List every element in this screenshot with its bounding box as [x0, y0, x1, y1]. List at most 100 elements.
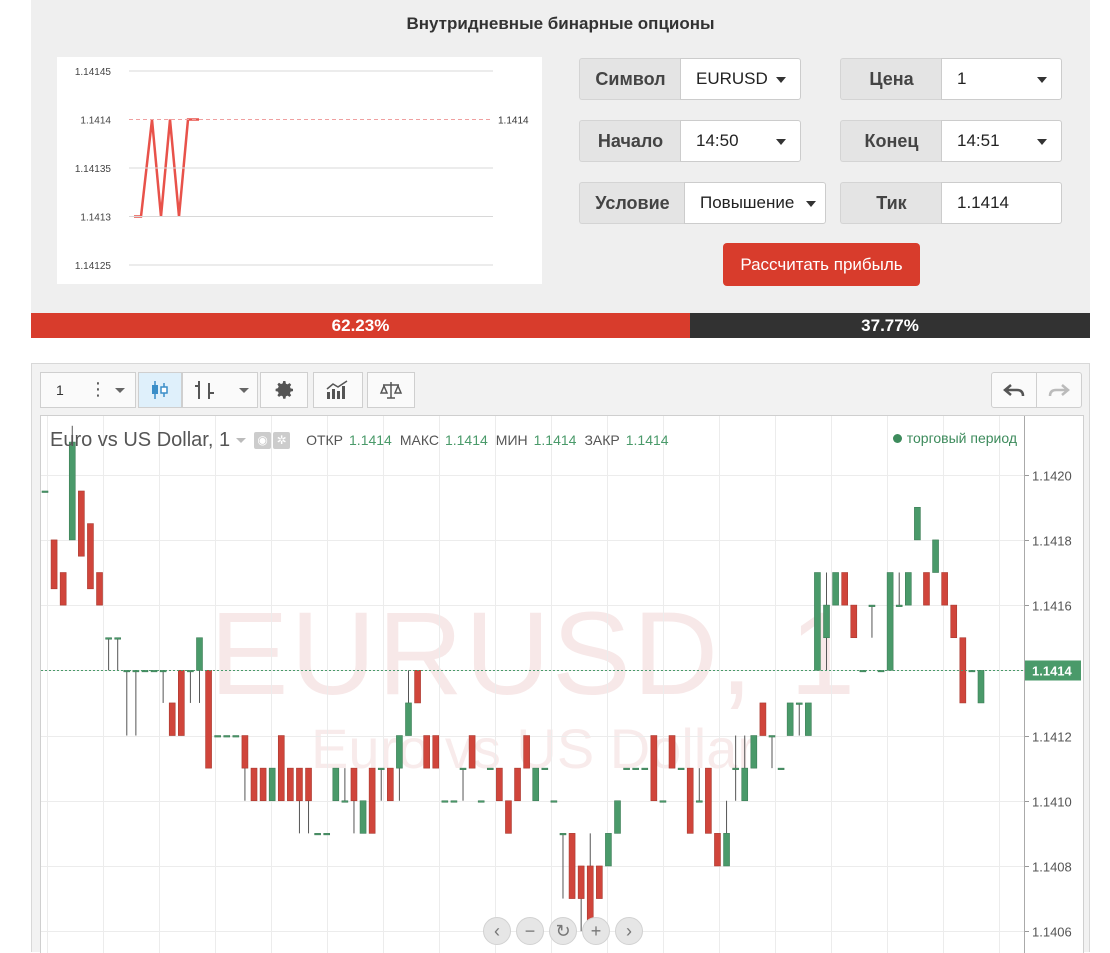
candle[interactable]	[695, 768, 703, 803]
candle[interactable]	[759, 702, 767, 736]
candle[interactable]	[459, 767, 467, 801]
candle[interactable]	[305, 767, 312, 834]
calculate-profit-button[interactable]: Рассчитать прибыль	[723, 243, 920, 286]
candle[interactable]	[914, 506, 921, 541]
candle[interactable]	[932, 539, 939, 573]
end-time-select[interactable]: 14:51	[941, 120, 1062, 162]
scroll-right-button[interactable]: ›	[615, 917, 643, 945]
candle[interactable]	[468, 735, 476, 769]
candle[interactable]	[650, 735, 658, 802]
candle[interactable]	[950, 604, 958, 639]
candle[interactable]	[523, 735, 530, 769]
zoom-in-button[interactable]: +	[582, 917, 610, 945]
candle[interactable]	[178, 670, 185, 736]
candle[interactable]	[768, 735, 776, 769]
candle[interactable]	[559, 833, 567, 899]
candle[interactable]	[823, 572, 830, 671]
candle[interactable]	[941, 572, 948, 606]
gear-icon[interactable]: ✲	[273, 431, 291, 449]
candle[interactable]	[396, 735, 403, 801]
candle[interactable]	[568, 833, 576, 899]
candle[interactable]	[550, 800, 558, 803]
candle[interactable]	[41, 490, 49, 493]
candle[interactable]	[496, 767, 503, 802]
candle[interactable]	[159, 670, 167, 703]
candle[interactable]	[50, 539, 58, 590]
zoom-out-button[interactable]: −	[516, 917, 544, 945]
candle[interactable]	[723, 800, 730, 867]
symbol-select[interactable]: EURUSD	[680, 58, 801, 100]
candle[interactable]	[741, 735, 749, 802]
candle[interactable]	[677, 767, 685, 770]
candle[interactable]	[168, 702, 176, 736]
candle[interactable]	[223, 735, 231, 738]
candle[interactable]	[659, 800, 667, 803]
price-select[interactable]: 1	[941, 58, 1062, 100]
candle[interactable]	[505, 800, 512, 834]
condition-select[interactable]: Повышение	[684, 182, 826, 224]
candle[interactable]	[214, 735, 221, 738]
candle[interactable]	[105, 637, 112, 671]
candle[interactable]	[296, 767, 303, 834]
candle[interactable]	[596, 865, 603, 899]
candle[interactable]	[287, 767, 294, 802]
candle[interactable]	[187, 670, 194, 703]
candle[interactable]	[623, 767, 630, 770]
candle[interactable]	[777, 767, 785, 770]
candle[interactable]	[786, 702, 794, 736]
candle[interactable]	[486, 767, 494, 770]
candle[interactable]	[868, 604, 876, 638]
candle[interactable]	[795, 702, 803, 736]
candle[interactable]	[668, 735, 676, 769]
indicators-button[interactable]	[313, 372, 363, 408]
candle[interactable]	[387, 767, 394, 802]
candle[interactable]	[96, 572, 103, 606]
more-vert-icon[interactable]: ⋮	[89, 378, 107, 400]
candle[interactable]	[577, 865, 585, 932]
candle[interactable]	[614, 800, 621, 834]
chart-plot-area[interactable]: EURUSD, 1 Euro vs US Dollar 1.1420 1.1418…	[40, 415, 1084, 953]
candle[interactable]	[114, 637, 121, 671]
candle[interactable]	[259, 767, 267, 802]
candle[interactable]	[641, 767, 649, 770]
eye-icon[interactable]: ◉	[254, 431, 272, 449]
candle[interactable]	[441, 800, 449, 803]
chevron-down-icon[interactable]	[239, 388, 249, 393]
candle[interactable]	[705, 767, 712, 834]
candle[interactable]	[450, 800, 458, 803]
candle[interactable]	[977, 670, 985, 704]
chevron-down-icon[interactable]	[236, 437, 247, 443]
candle[interactable]	[268, 767, 276, 802]
candle[interactable]	[750, 735, 758, 769]
interval-selector[interactable]: 1 ⋮	[40, 372, 136, 408]
candle[interactable]	[514, 767, 521, 802]
chevron-down-icon[interactable]	[115, 388, 125, 393]
candle[interactable]	[477, 800, 485, 803]
candle[interactable]	[368, 767, 376, 834]
candle[interactable]	[841, 572, 848, 606]
candle[interactable]	[341, 768, 349, 803]
candle[interactable]	[850, 604, 858, 639]
candle[interactable]	[332, 767, 340, 802]
undo-button[interactable]	[991, 372, 1037, 408]
candle[interactable]	[632, 767, 639, 770]
candle[interactable]	[905, 572, 912, 606]
candle[interactable]	[232, 735, 240, 738]
settings-button[interactable]	[260, 372, 308, 408]
candle[interactable]	[132, 670, 140, 736]
candle[interactable]	[432, 735, 440, 769]
candle[interactable]	[686, 767, 694, 834]
candle[interactable]	[532, 767, 540, 802]
chart-type-button[interactable]	[182, 372, 258, 408]
candle[interactable]	[359, 800, 367, 834]
candle[interactable]	[714, 833, 721, 867]
redo-button[interactable]	[1036, 372, 1082, 408]
candle[interactable]	[923, 572, 930, 606]
candle[interactable]	[314, 833, 321, 836]
candle[interactable]	[277, 735, 285, 802]
candles-chart-button[interactable]	[138, 372, 182, 408]
candle[interactable]	[405, 670, 412, 736]
candle[interactable]	[205, 670, 212, 769]
candle[interactable]	[423, 735, 430, 769]
candle[interactable]	[250, 767, 258, 802]
